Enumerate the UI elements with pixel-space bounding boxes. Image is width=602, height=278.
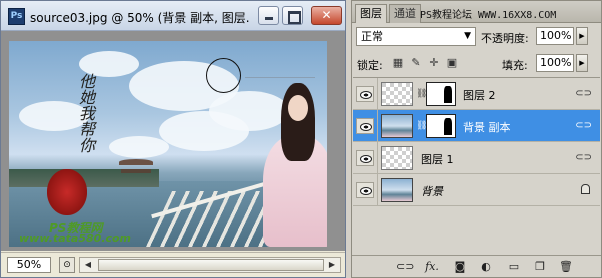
tab-channels[interactable]: 通道 <box>389 4 421 23</box>
layer-name[interactable]: 背景 副本 <box>463 119 511 135</box>
layers-panel-footer: ⊂⊃ fx. ◙ ◐ ▭ ❐ 🗑 <box>352 255 601 277</box>
brush-cursor-icon <box>206 58 241 93</box>
layer-name[interactable]: 图层 1 <box>421 151 454 167</box>
layer-row-layer-2[interactable]: ⛓ 图层 2 ⊂⊃ <box>353 78 600 110</box>
status-menu-icon[interactable]: ⊙ <box>59 257 75 273</box>
calligraphy-text: 他她我帮你 <box>76 73 95 153</box>
visibility-eye-icon[interactable] <box>356 182 374 198</box>
document-title: source03.jpg @ 50% (背景 副本, 图层... <box>30 11 250 25</box>
blend-mode-select[interactable]: 正常 ▼ <box>356 27 476 46</box>
lock-transparency-icon[interactable]: ▦ <box>392 57 404 69</box>
document-window: Ps source03.jpg @ 50% (背景 副本, 图层... ✕ 他她… <box>0 0 346 278</box>
layer-thumbnail[interactable] <box>381 146 413 170</box>
panel-watermark: PS教程论坛 WWW.16XX8.COM <box>420 10 557 21</box>
layer-row-layer-1[interactable]: 图层 1 ⊂⊃ <box>353 142 600 174</box>
panel-tabs: 图层 通道 PS教程论坛 WWW.16XX8.COM <box>352 1 601 23</box>
fx-icon[interactable]: fx. <box>424 260 440 274</box>
layer-name[interactable]: 背景 <box>421 183 443 199</box>
opacity-input[interactable]: 100% <box>536 27 574 45</box>
mask-link-icon[interactable]: ⛓ <box>416 89 427 99</box>
chevron-down-icon: ▼ <box>464 31 471 41</box>
lock-icon <box>581 184 590 194</box>
fill-input[interactable]: 100% <box>536 54 574 72</box>
scroll-left-icon[interactable]: ◀ <box>81 259 95 271</box>
tab-layers[interactable]: 图层 <box>355 4 387 23</box>
layer-mask-thumbnail[interactable] <box>426 82 456 106</box>
lock-position-icon[interactable]: ✛ <box>428 57 440 69</box>
layer-link-icon: ⊂⊃ <box>575 88 592 99</box>
adjustment-icon[interactable]: ◐ <box>478 260 494 274</box>
pavilion <box>119 159 153 173</box>
new-layer-icon[interactable]: ❐ <box>532 260 548 274</box>
layer-thumbnail[interactable] <box>381 114 413 138</box>
close-icon: ✕ <box>321 8 332 22</box>
close-button[interactable]: ✕ <box>311 6 342 25</box>
lock-label: 锁定: <box>357 59 383 72</box>
folder-icon[interactable]: ▭ <box>506 260 522 274</box>
layer-link-icon: ⊂⊃ <box>575 120 592 131</box>
lock-all-icon[interactable]: ▣ <box>446 57 458 69</box>
horizontal-scrollbar[interactable]: ◀ ▶ <box>79 257 341 273</box>
zoom-field[interactable]: 50% <box>7 257 51 273</box>
document-statusbar: 50% ⊙ ◀ ▶ <box>1 252 345 277</box>
mask-link-icon[interactable]: ⛓ <box>416 121 427 131</box>
fill-label: 填充: <box>502 59 528 72</box>
canvas-area[interactable]: 他她我帮你 PS教程网 www.tata580.com <box>1 31 345 251</box>
layer-thumbnail[interactable] <box>381 178 413 202</box>
fill-slider-arrow-icon[interactable]: ▶ <box>576 54 588 72</box>
link-icon[interactable]: ⊂⊃ <box>396 260 414 274</box>
trash-icon[interactable]: 🗑 <box>558 260 574 274</box>
scroll-thumb[interactable] <box>98 259 324 271</box>
layer-mask-thumbnail[interactable] <box>426 114 456 138</box>
lock-row: 锁定: ▦ ✎ ✛ ▣ 填充: 100% ▶ <box>352 53 601 75</box>
scroll-right-icon[interactable]: ▶ <box>325 259 339 271</box>
add-mask-icon[interactable]: ◙ <box>452 260 468 274</box>
layer-name[interactable]: 图层 2 <box>463 87 496 103</box>
opacity-slider-arrow-icon[interactable]: ▶ <box>576 27 588 45</box>
visibility-eye-icon[interactable] <box>356 118 374 134</box>
layer-row-background[interactable]: 背景 <box>353 174 600 206</box>
minimize-button[interactable] <box>258 6 279 25</box>
layer-link-icon: ⊂⊃ <box>575 152 592 163</box>
lock-pixels-icon[interactable]: ✎ <box>410 57 422 69</box>
photoshop-icon: Ps <box>8 8 25 25</box>
layers-panel: 图层 通道 PS教程论坛 WWW.16XX8.COM 正常 ▼ 不透明度: 10… <box>351 0 602 278</box>
document-titlebar[interactable]: Ps source03.jpg @ 50% (背景 副本, 图层... ✕ <box>1 1 345 31</box>
red-seal <box>47 169 87 215</box>
blend-mode-value: 正常 <box>361 30 383 43</box>
maximize-button[interactable] <box>282 6 303 25</box>
opacity-label: 不透明度: <box>481 32 529 45</box>
layers-list: ⛓ 图层 2 ⊂⊃ ⛓ 背景 副本 ⊂⊃ 图层 1 ⊂⊃ 背景 <box>353 77 600 252</box>
document-image[interactable]: 他她我帮你 PS教程网 www.tata580.com <box>9 41 327 247</box>
watermark-url: www.tata580.com <box>19 232 132 245</box>
layer-row-background-copy[interactable]: ⛓ 背景 副本 ⊂⊃ <box>353 110 600 142</box>
visibility-eye-icon[interactable] <box>356 150 374 166</box>
layer-thumbnail[interactable] <box>381 82 413 106</box>
visibility-eye-icon[interactable] <box>356 86 374 102</box>
blend-row: 正常 ▼ 不透明度: 100% ▶ <box>352 26 601 48</box>
